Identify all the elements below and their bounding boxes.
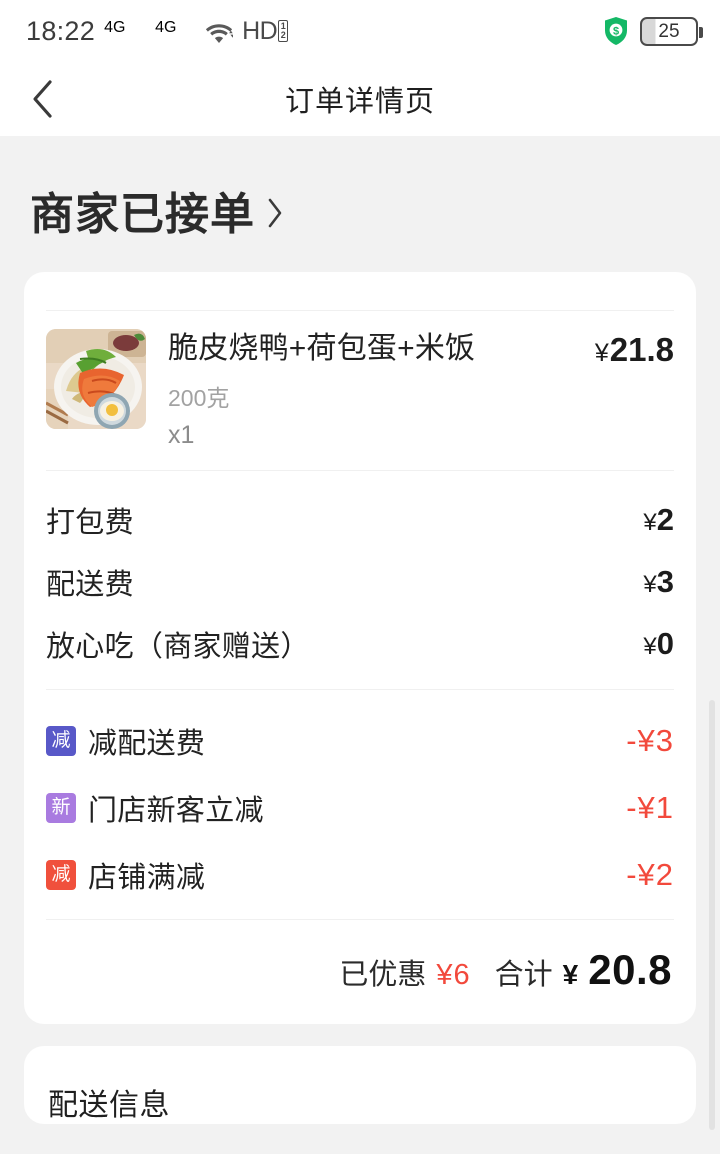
- hd-label: HD: [242, 16, 278, 45]
- discount-badge-icon: 减: [46, 860, 76, 891]
- fee-currency: ¥: [643, 632, 657, 660]
- discount-label: 减配送费: [88, 728, 206, 761]
- shield-icon: $: [603, 16, 629, 46]
- item-price-currency: ¥: [594, 339, 609, 367]
- status-bar-right: $ 25: [603, 16, 703, 46]
- fee-list: 打包费 ¥2 配送费 ¥3 放心吃（商家赠送） ¥0: [24, 471, 696, 689]
- item-spec: 200克: [168, 384, 230, 411]
- saved-amount: ¥6: [436, 958, 471, 991]
- discount-left: 新 门店新客立减: [46, 787, 264, 829]
- fee-label: 放心吃（商家赠送）: [46, 630, 310, 663]
- discount-left: 减 店铺满减: [46, 854, 205, 896]
- discount-list: 减 减配送费 -¥3 新 门店新客立减 -¥1 减 店铺满减 -¥2: [24, 690, 696, 919]
- order-item-row[interactable]: 脆皮烧鸭+荷包蛋+米饭 200克 x1 ¥21.8: [24, 311, 696, 470]
- page-title: 订单详情页: [284, 86, 435, 118]
- item-quantity: x1: [168, 420, 195, 449]
- item-price-amount: 21.8: [609, 331, 674, 368]
- hd-sim-bottom: 2: [280, 30, 286, 40]
- fee-value: 2: [656, 501, 674, 537]
- svg-text:$: $: [613, 26, 619, 38]
- fee-row: 打包费 ¥2: [46, 489, 674, 551]
- battery-level-label: 25: [658, 20, 680, 42]
- fee-amount: ¥0: [643, 626, 674, 662]
- saved-label: 已优惠: [339, 958, 427, 991]
- chevron-right-icon: [268, 198, 282, 228]
- signal-4g-sim1-icon: 4G: [104, 19, 146, 43]
- order-status-text: 商家已接单: [30, 190, 255, 239]
- discount-amount: -¥1: [626, 790, 674, 826]
- discount-badge-icon: 新: [46, 793, 76, 824]
- item-thumbnail: [46, 329, 146, 429]
- fee-row: 放心吃（商家赠送） ¥0: [46, 613, 674, 675]
- fee-amount: ¥2: [643, 502, 674, 538]
- hd-voice-icon: HD 1 2: [242, 16, 289, 46]
- discount-label: 门店新客立减: [88, 795, 264, 828]
- order-status-header[interactable]: 商家已接单: [0, 136, 720, 272]
- fee-value: 3: [656, 563, 674, 599]
- discount-label: 店铺满减: [88, 862, 206, 895]
- scrollbar[interactable]: [709, 700, 715, 1130]
- item-price: ¥21.8: [595, 329, 674, 450]
- chevron-left-icon: [33, 80, 52, 118]
- total-currency: ¥: [562, 958, 579, 990]
- delivery-info-card: 配送信息: [24, 1045, 696, 1124]
- fee-label: 打包费: [46, 506, 134, 539]
- discount-row[interactable]: 新 门店新客立减 -¥1: [46, 775, 674, 842]
- network-type-label-2: 4G: [155, 19, 177, 36]
- back-button[interactable]: [0, 62, 86, 136]
- battery-icon: 25: [640, 16, 703, 46]
- totals-row: 已优惠 ¥6 合计 ¥ 20.8: [24, 920, 696, 1024]
- nav-bar: 订单详情页: [0, 62, 720, 136]
- discount-row[interactable]: 减 店铺满减 -¥2: [46, 842, 674, 909]
- signal-4g-sim2-icon: 4G: [155, 19, 197, 43]
- discount-badge-icon: 减: [46, 726, 76, 757]
- discount-row[interactable]: 减 减配送费 -¥3: [46, 708, 674, 775]
- network-type-label-1: 4G: [104, 19, 126, 36]
- fee-currency: ¥: [643, 508, 657, 536]
- food-photo: [46, 329, 146, 429]
- fee-amount: ¥3: [643, 564, 674, 600]
- discount-amount: -¥3: [626, 723, 674, 759]
- order-summary-card: 脆皮烧鸭+荷包蛋+米饭 200克 x1 ¥21.8 打包费 ¥2 配送费 ¥3 …: [24, 272, 696, 1024]
- hd-sim-indicator: 1 2: [278, 20, 289, 42]
- discount-amount: -¥2: [626, 857, 674, 893]
- discount-left: 减 减配送费: [46, 720, 205, 762]
- total-label: 合计: [494, 958, 553, 991]
- order-detail-screen: 18:22 4G 4G HD 1 2 $ 25 订单详情页 商家已接单 脆皮烧鸭…: [0, 0, 720, 1154]
- total-amount: 20.8: [588, 945, 672, 993]
- item-info: 脆皮烧鸭+荷包蛋+米饭 200克 x1: [146, 329, 595, 450]
- wifi-icon: [206, 20, 234, 43]
- status-bar-clock: 18:22: [26, 15, 96, 46]
- status-bar: 18:22 4G 4G HD 1 2 $ 25: [0, 0, 720, 62]
- item-name: 脆皮烧鸭+荷包蛋+米饭: [168, 332, 476, 365]
- status-bar-left: 18:22 4G 4G HD 1 2: [26, 15, 289, 47]
- fee-value: 0: [656, 625, 674, 661]
- delivery-info-title: 配送信息: [48, 1088, 170, 1122]
- fee-currency: ¥: [643, 570, 657, 598]
- fee-label: 配送费: [46, 568, 134, 601]
- fee-row: 配送费 ¥3: [46, 551, 674, 613]
